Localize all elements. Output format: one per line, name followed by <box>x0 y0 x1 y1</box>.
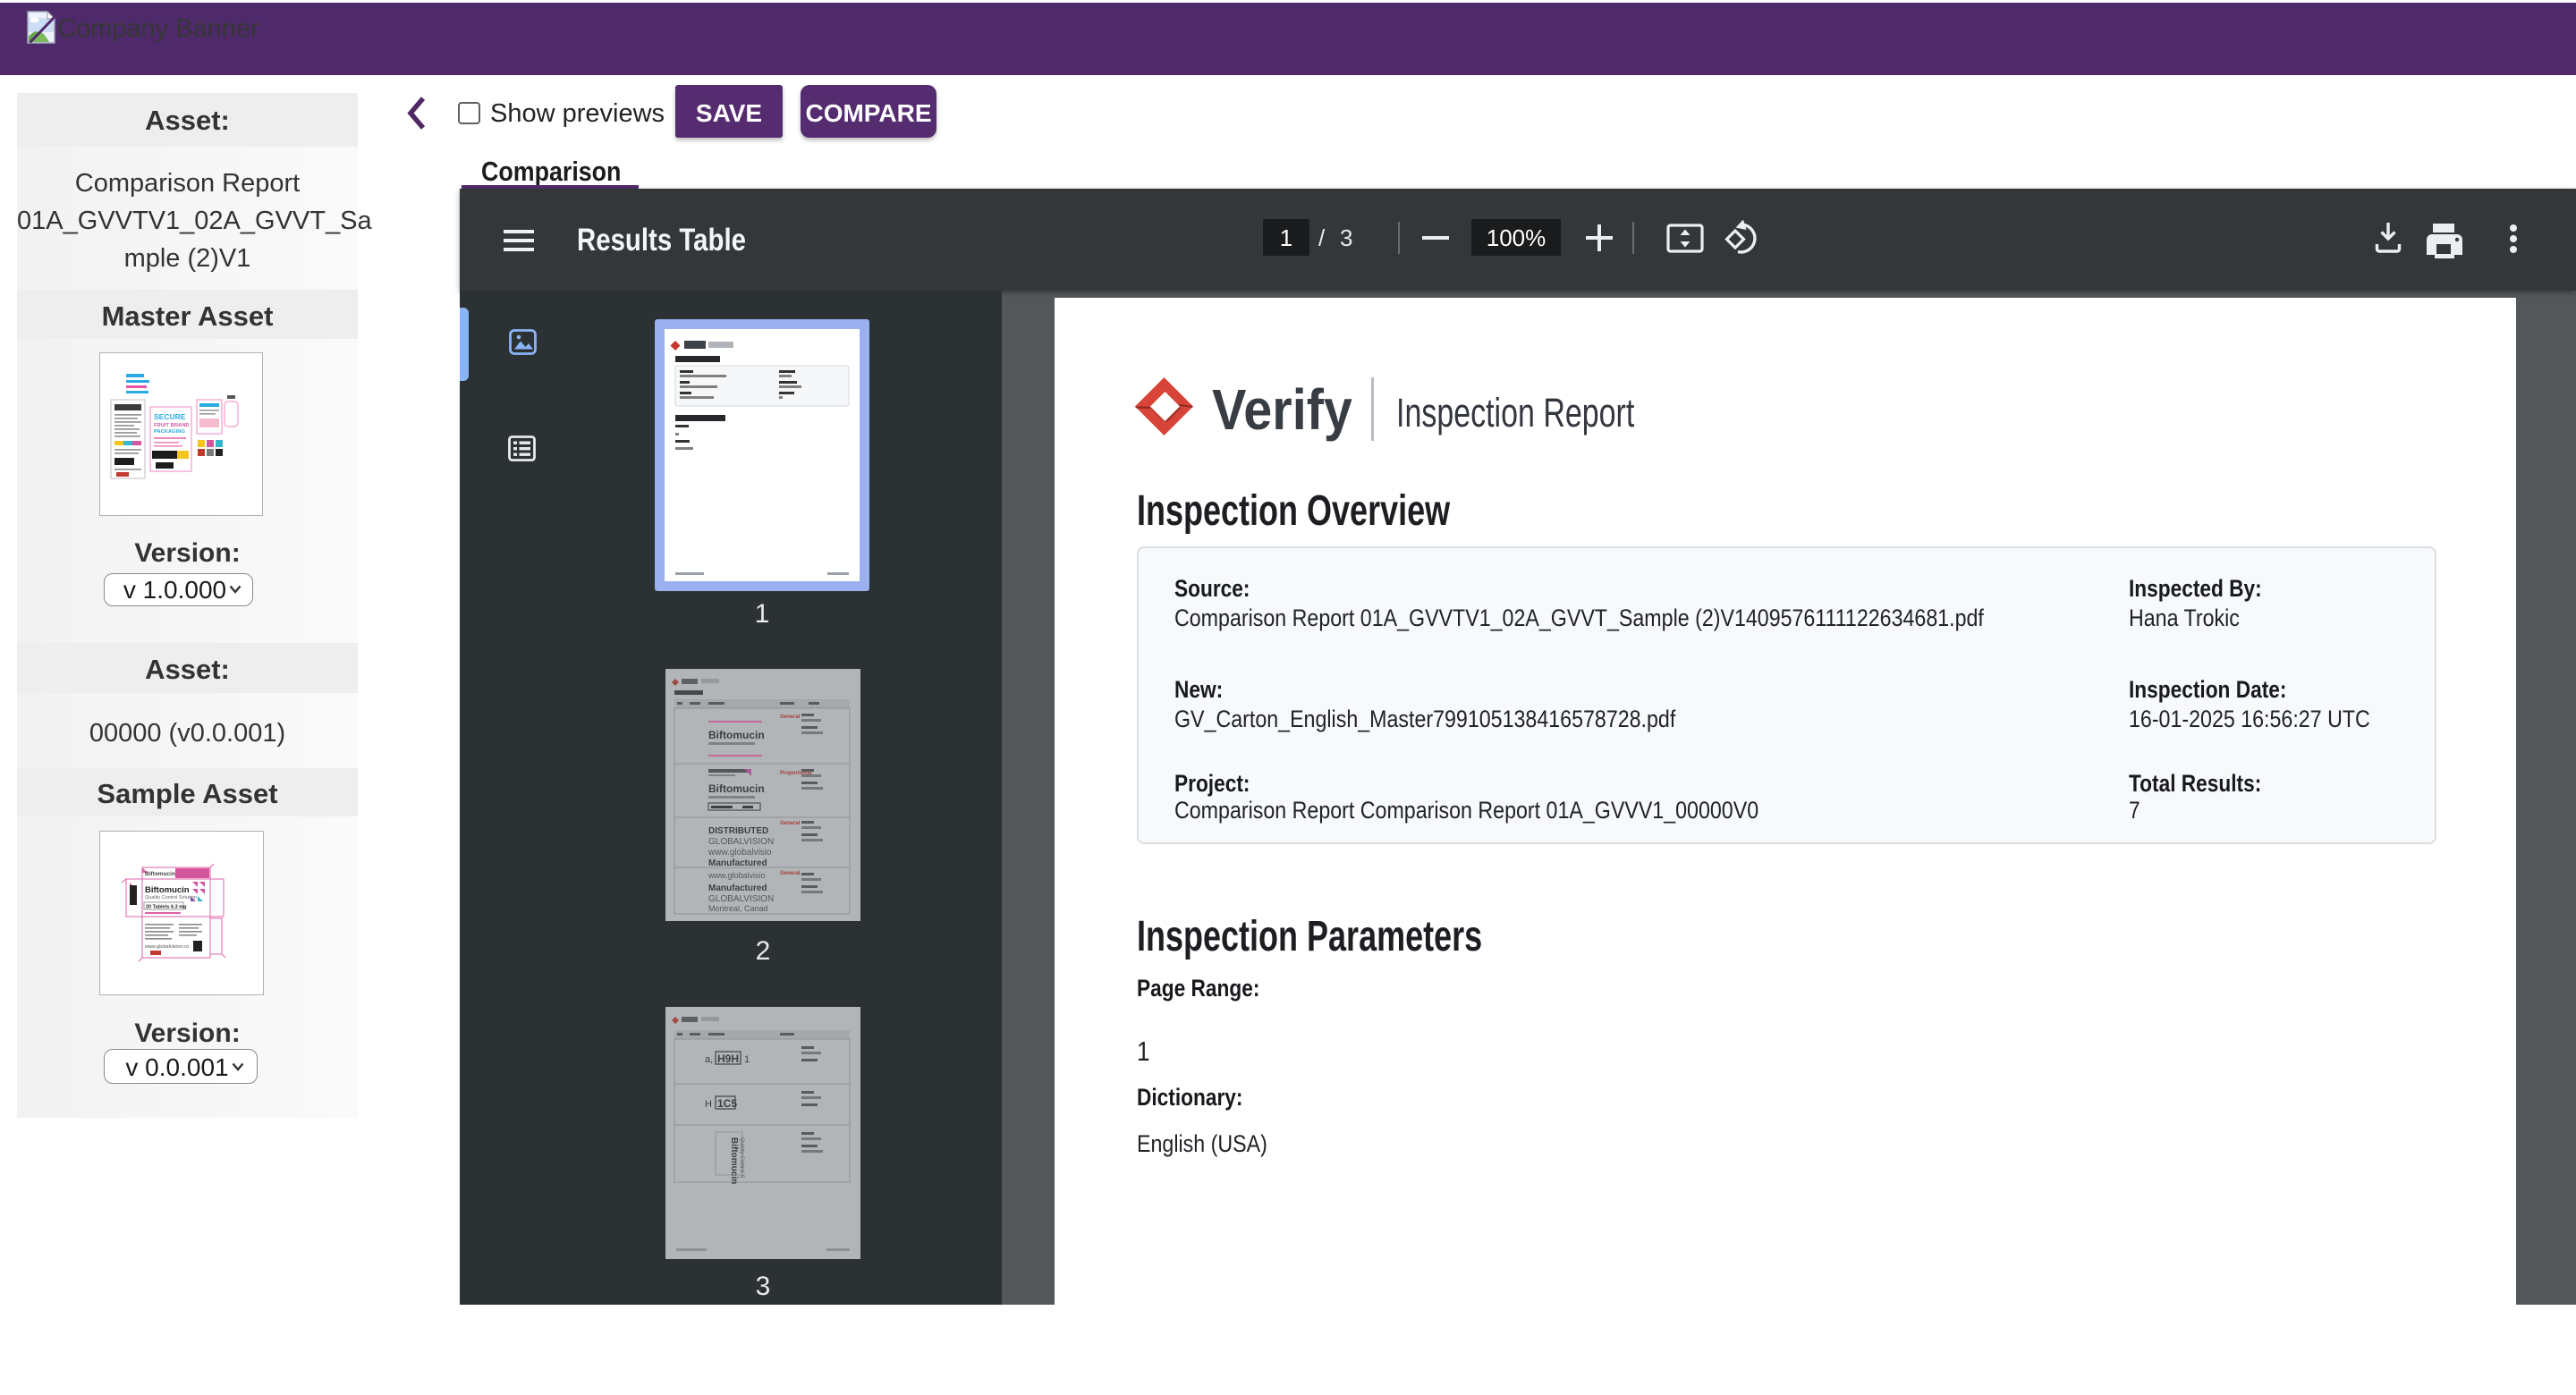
svg-text:Biftomucin: Biftomucin <box>729 1137 739 1184</box>
svg-text:GLOBALVISION: GLOBALVISION <box>708 894 774 904</box>
svg-text:Manufactured: Manufactured <box>708 884 767 893</box>
svg-text:H9H: H9H <box>717 1053 739 1065</box>
svg-text:www.globalvisio: www.globalvisio <box>708 848 772 858</box>
svg-text:General: General <box>780 871 801 876</box>
svg-text:a,: a, <box>705 1054 713 1065</box>
svg-text:General: General <box>780 821 801 826</box>
svg-text:Quality Control Solution: Quality Control Solution <box>145 895 197 900</box>
svg-text:Biftomucin: Biftomucin <box>145 871 175 877</box>
svg-text:www.globalvision.co: www.globalvision.co <box>144 944 189 950</box>
svg-text:Biftomucin: Biftomucin <box>708 729 765 741</box>
svg-text:PACKAGING: PACKAGING <box>154 429 185 435</box>
svg-text:1C5: 1C5 <box>717 1097 737 1110</box>
svg-text:Montreal, Canad: Montreal, Canad <box>708 904 768 913</box>
svg-text:Biftomucin: Biftomucin <box>708 782 765 795</box>
svg-text:Biftomucin: Biftomucin <box>145 885 190 895</box>
svg-text:General: General <box>780 714 801 720</box>
svg-text:Manufactured: Manufactured <box>708 858 767 868</box>
svg-text:GLOBALVISION: GLOBALVISION <box>708 837 774 847</box>
svg-text:20 Tablets: 20 Tablets <box>146 905 170 910</box>
svg-text:DISTRIBUTED: DISTRIBUTED <box>708 826 768 836</box>
svg-text:www.globalvisio: www.globalvisio <box>708 871 766 880</box>
svg-text:H: H <box>705 1099 712 1110</box>
svg-text:SECURE: SECURE <box>154 412 186 421</box>
svg-text:1: 1 <box>744 1054 750 1065</box>
svg-text:FRUIT BRAND: FRUIT BRAND <box>154 423 190 428</box>
svg-text:6.3 mg: 6.3 mg <box>171 905 186 910</box>
svg-text:Quality Control S: Quality Control S <box>739 1137 744 1178</box>
